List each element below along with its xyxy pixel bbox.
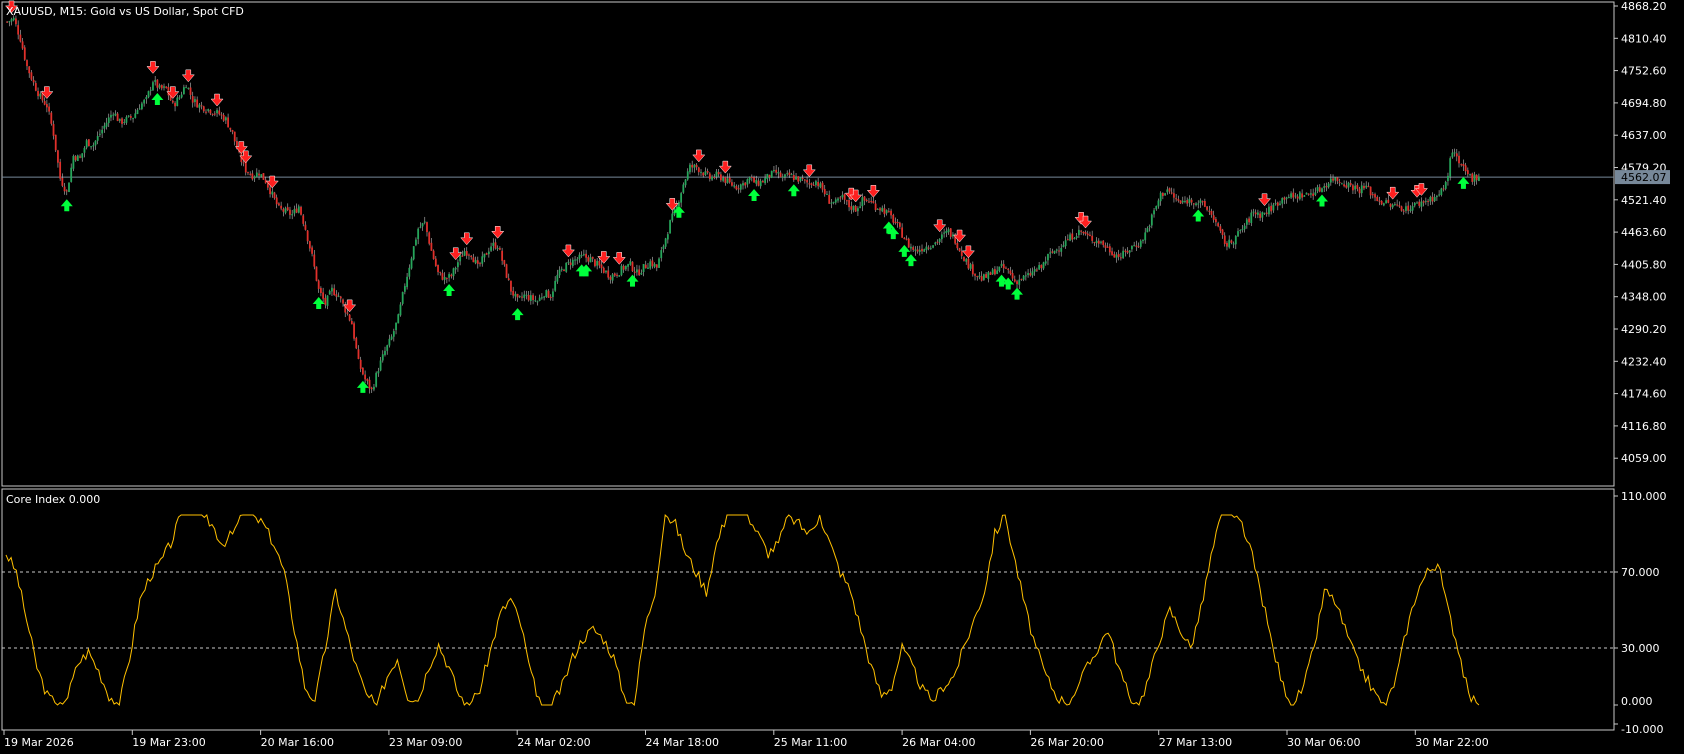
candle bbox=[54, 134, 57, 153]
price-tick-label: 4868.20 bbox=[1621, 0, 1667, 13]
time-tick-label: 27 Mar 13:00 bbox=[1159, 736, 1232, 749]
time-tick-label: 26 Mar 04:00 bbox=[902, 736, 975, 749]
indicator-tick-label: 110.000 bbox=[1621, 490, 1667, 503]
candle bbox=[565, 262, 568, 273]
time-tick-label: 24 Mar 02:00 bbox=[517, 736, 590, 749]
price-tick-label: 4637.00 bbox=[1621, 129, 1667, 142]
candle bbox=[375, 371, 378, 388]
time-tick-label: 19 Mar 2026 bbox=[4, 736, 74, 749]
candle bbox=[353, 321, 355, 341]
candle bbox=[76, 154, 79, 162]
candle bbox=[669, 219, 671, 234]
indicator-tick-label: 30.000 bbox=[1621, 642, 1660, 655]
candle bbox=[397, 313, 400, 324]
candle bbox=[355, 336, 358, 350]
price-tick-label: 4116.80 bbox=[1621, 420, 1667, 433]
candle bbox=[410, 256, 413, 270]
price-tick-label: 4521.40 bbox=[1621, 194, 1667, 207]
time-tick-label: 30 Mar 06:00 bbox=[1287, 736, 1360, 749]
chart-canvas: XAUUSD, M15: Gold vs US Dollar, Spot CFD… bbox=[0, 0, 1684, 754]
current-price-label: 4562.07 bbox=[1621, 171, 1667, 184]
indicator-tick-label: 0.000 bbox=[1621, 695, 1653, 708]
indicator-tick-label: -10.000 bbox=[1621, 723, 1663, 736]
time-tick-label: 25 Mar 11:00 bbox=[774, 736, 847, 749]
candle bbox=[401, 291, 404, 306]
candle bbox=[361, 367, 364, 376]
price-tick-label: 4810.40 bbox=[1621, 32, 1667, 45]
candle bbox=[87, 138, 90, 147]
price-tick-label: 4174.60 bbox=[1621, 388, 1667, 401]
price-tick-label: 4232.40 bbox=[1621, 355, 1667, 368]
price-tick-label: 4463.60 bbox=[1621, 226, 1667, 239]
candle bbox=[147, 90, 150, 99]
price-tick-label: 4290.20 bbox=[1621, 323, 1667, 336]
candle bbox=[658, 257, 660, 268]
candle bbox=[72, 154, 75, 172]
candle bbox=[23, 45, 26, 61]
candle bbox=[315, 266, 318, 282]
candle bbox=[300, 205, 302, 216]
candle bbox=[348, 314, 351, 322]
candle bbox=[982, 273, 985, 281]
price-tick-label: 4059.00 bbox=[1621, 452, 1667, 465]
candle bbox=[505, 263, 508, 279]
candle bbox=[412, 246, 415, 261]
candle bbox=[68, 182, 70, 193]
indicator-tick-label: 70.000 bbox=[1621, 566, 1660, 579]
candle bbox=[907, 237, 910, 248]
candle bbox=[963, 256, 965, 262]
time-tick-label: 26 Mar 20:00 bbox=[1030, 736, 1103, 749]
candle bbox=[620, 263, 623, 277]
indicator-title: Core Index 0.000 bbox=[6, 493, 100, 506]
candle bbox=[428, 231, 431, 246]
price-axis: 4868.204810.404752.604694.804637.004579.… bbox=[1614, 0, 1670, 465]
candle bbox=[545, 289, 548, 298]
time-tick-label: 19 Mar 23:00 bbox=[132, 736, 205, 749]
candle bbox=[770, 170, 773, 179]
time-tick-label: 30 Mar 22:00 bbox=[1415, 736, 1488, 749]
price-tick-label: 4694.80 bbox=[1621, 97, 1667, 110]
price-tick-label: 4405.80 bbox=[1621, 258, 1667, 271]
time-tick-label: 20 Mar 16:00 bbox=[261, 736, 334, 749]
time-tick-label: 23 Mar 09:00 bbox=[389, 736, 462, 749]
chart-title: XAUUSD, M15: Gold vs US Dollar, Spot CFD bbox=[6, 5, 244, 18]
chart-background bbox=[0, 0, 1684, 754]
candle bbox=[50, 110, 53, 126]
candle bbox=[432, 249, 435, 260]
price-tick-label: 4348.00 bbox=[1621, 291, 1667, 304]
time-tick-label: 24 Mar 18:00 bbox=[646, 736, 719, 749]
candle bbox=[618, 275, 621, 277]
candle bbox=[262, 173, 265, 180]
candle bbox=[631, 261, 634, 273]
price-tick-label: 4752.60 bbox=[1621, 65, 1667, 78]
candle bbox=[59, 158, 62, 181]
